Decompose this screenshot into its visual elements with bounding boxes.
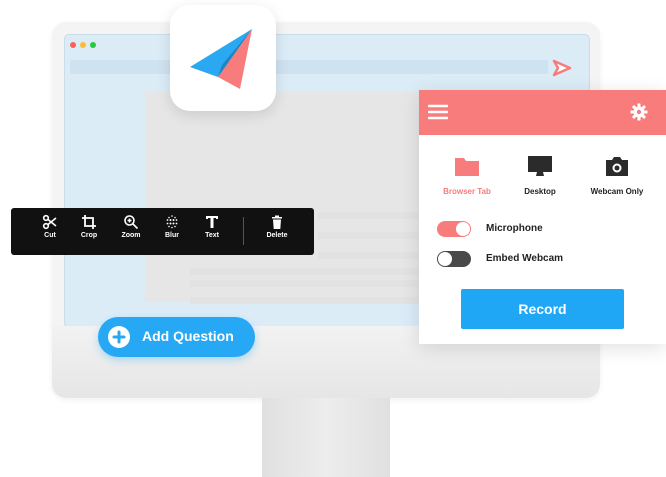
recorder-header — [419, 90, 666, 135]
window-minimize-dot[interactable] — [80, 42, 86, 48]
microphone-toggle[interactable] — [437, 221, 471, 237]
add-question-button[interactable]: Add Question — [98, 317, 255, 357]
crop-tool-label: Crop — [80, 232, 98, 239]
address-bar[interactable] — [70, 60, 548, 74]
zoom-tool-button[interactable]: Zoom — [111, 214, 151, 239]
paper-plane-icon — [190, 29, 252, 89]
hamburger-icon[interactable] — [427, 104, 449, 125]
mode-webcam-only-label: Webcam Only — [590, 187, 644, 196]
cut-tool-button[interactable]: Cut — [30, 214, 70, 239]
text-tool-label: Text — [205, 232, 219, 239]
trash-icon — [272, 215, 282, 229]
camera-icon — [606, 157, 628, 176]
text-line-placeholder — [190, 297, 420, 304]
crop-tool-button[interactable]: Crop — [69, 214, 109, 239]
cut-tool-label: Cut — [44, 232, 56, 239]
mode-webcam-only[interactable]: Webcam Only — [577, 155, 657, 196]
text-tool-button[interactable]: Text — [192, 214, 232, 239]
blur-icon — [166, 215, 178, 229]
mode-desktop[interactable]: Desktop — [500, 155, 580, 196]
crop-icon — [82, 215, 96, 229]
record-button[interactable]: Record — [461, 289, 624, 329]
text-icon — [206, 216, 218, 228]
scissors-icon — [42, 214, 57, 230]
toolbar-divider — [243, 217, 244, 245]
extension-arrow-icon[interactable] — [552, 59, 572, 82]
text-line-placeholder — [318, 212, 418, 219]
toggle-knob — [438, 252, 452, 266]
delete-tool-label: Delete — [266, 232, 288, 239]
add-question-label: Add Question — [142, 328, 234, 344]
monitor-stand — [262, 398, 390, 477]
zoom-tool-label: Zoom — [121, 232, 141, 239]
mode-desktop-label: Desktop — [524, 187, 556, 196]
zoom-icon — [124, 215, 139, 230]
text-line-placeholder — [190, 268, 420, 275]
embed-webcam-toggle[interactable] — [437, 251, 471, 267]
text-line-placeholder — [190, 280, 420, 287]
mode-browser-tab-label: Browser Tab — [443, 187, 491, 196]
microphone-label: Microphone — [486, 223, 543, 234]
blur-tool-label: Blur — [165, 232, 179, 239]
text-line-placeholder — [318, 252, 418, 259]
plus-icon — [108, 326, 130, 348]
delete-tool-button[interactable]: Delete — [257, 214, 297, 239]
blur-tool-button[interactable]: Blur — [152, 214, 192, 239]
monitor-icon — [528, 156, 552, 176]
mode-browser-tab[interactable]: Browser Tab — [427, 155, 507, 196]
embed-webcam-label: Embed Webcam — [486, 253, 564, 264]
window-close-dot[interactable] — [70, 42, 76, 48]
toggle-knob — [456, 222, 470, 236]
gear-icon[interactable] — [630, 103, 648, 126]
folder-icon — [455, 158, 479, 176]
window-maximize-dot[interactable] — [90, 42, 96, 48]
app-logo — [170, 5, 276, 111]
text-line-placeholder — [318, 232, 418, 239]
